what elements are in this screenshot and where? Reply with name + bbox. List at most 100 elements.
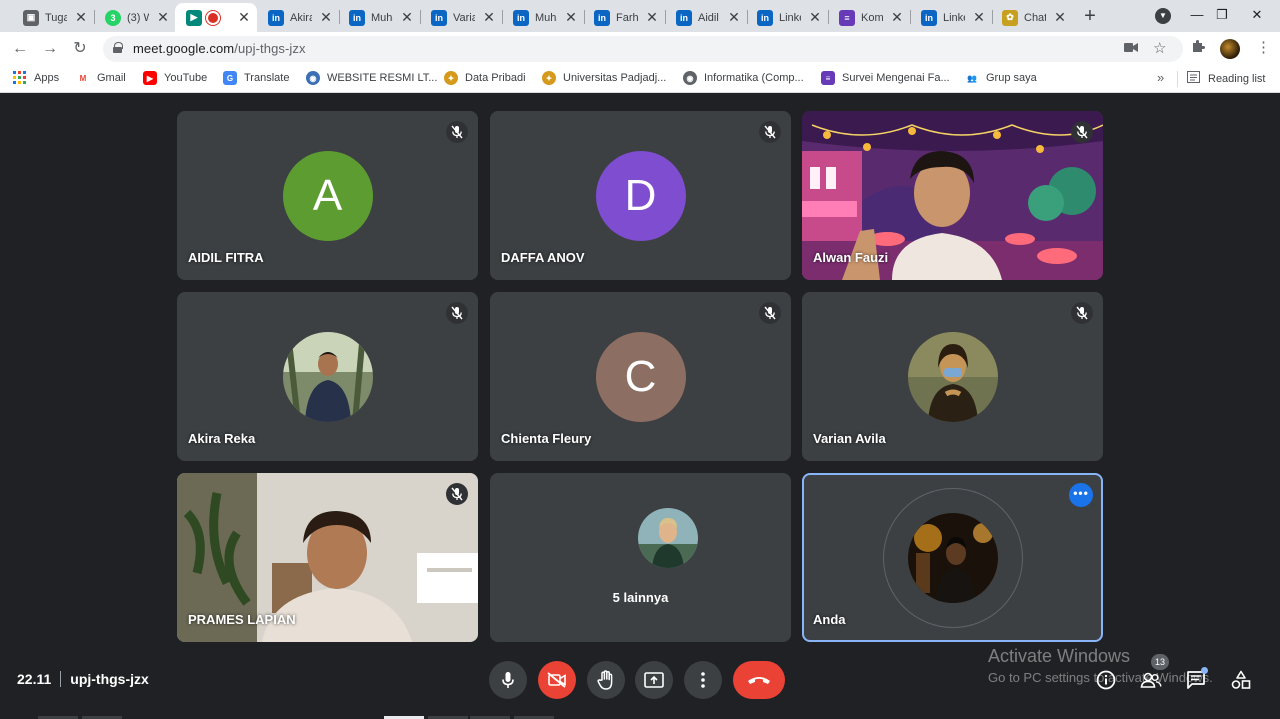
mic-off-icon [446,483,468,505]
bookmark-item[interactable]: ◉ Informatika (Comp... [683,71,804,85]
tab-title: (3) WhatsApp [127,11,149,24]
browser-toolbar: ← → ↻ meet.google.com/upj-thgs-jzx ☆ ⋮ [0,32,1280,65]
participant-tile[interactable]: A AIDIL FITRA [177,111,478,280]
bookmark-item[interactable]: ≡ Survei Mengenai Fa... [821,71,950,85]
tab-close-icon[interactable]: ✕ [400,9,414,26]
meeting-details-button[interactable] [1094,668,1118,692]
bookmark-item[interactable]: ▶ YouTube [143,71,207,85]
participant-tile[interactable]: Varian Avila [802,292,1103,461]
browser-tab[interactable]: ▣ Tugas ✕ [12,3,94,32]
tab-close-icon[interactable]: ✕ [890,9,904,26]
tab-close-icon[interactable]: ✕ [564,9,578,26]
forward-button[interactable]: → [39,38,61,60]
participant-name: Alwan Fauzi [813,250,889,265]
activities-button[interactable] [1229,668,1253,692]
browser-tab[interactable]: in Varian ✕ [420,3,502,32]
bookmark-item[interactable]: ✦ Universitas Padjadj... [542,71,666,85]
camera-icon[interactable] [1124,41,1138,56]
raise-hand-button[interactable] [587,661,625,699]
others-count-label: 5 lainnya [612,590,669,605]
participant-avatar [282,331,373,422]
bookmark-label: Data Pribadi [465,72,526,84]
browser-tab[interactable]: ✿ Chat ✕ [991,3,1073,32]
tab-close-icon[interactable]: ✕ [156,9,170,26]
leave-call-button[interactable] [733,661,785,699]
browser-tab[interactable]: in Aidil ✕ [665,3,747,32]
participant-tile[interactable]: C Chienta Fleury [490,292,791,461]
browser-tab[interactable]: ▶ ✕ [175,3,257,32]
unpad-icon: ✦ [542,71,556,85]
bookmark-label: Gmail [97,72,126,84]
others-tile[interactable]: 5 lainnya [490,473,791,642]
reading-list-button[interactable]: Reading list [1187,71,1265,86]
close-window-button[interactable]: ✕ [1234,0,1280,32]
globe-icon: ◉ [683,71,697,85]
mic-off-icon [759,302,781,324]
back-button[interactable]: ← [9,38,31,60]
extensions-icon[interactable] [1191,39,1205,56]
tab-close-icon[interactable]: ✕ [74,9,88,26]
participant-tile[interactable]: Alwan Fauzi [802,111,1103,280]
browser-tab[interactable]: ≡ Kompetensi ✕ [828,3,910,32]
browser-tab[interactable]: in Farhan ✕ [583,3,665,32]
participant-tile[interactable]: D DAFFA ANOV [490,111,791,280]
bookmark-label: WEBSITE RESMI LT... [327,72,438,84]
tab-title: Varian [453,11,475,24]
tab-close-icon[interactable]: ✕ [1053,9,1067,26]
more-bookmarks-button[interactable]: » [1157,70,1164,85]
browser-tab[interactable]: in LinkedIn ✕ [746,3,828,32]
browser-tab[interactable]: 3 (3) WhatsApp ✕ [94,3,176,32]
participant-tile[interactable]: PRAMES LAPIAN [177,473,478,642]
people-button[interactable] [1139,668,1163,692]
tab-close-icon[interactable]: ✕ [972,9,986,26]
tab-close-icon[interactable]: ✕ [237,9,251,26]
reading-list-label: Reading list [1208,72,1266,85]
microphone-button[interactable] [489,661,527,699]
tab-close-icon[interactable]: ✕ [727,9,741,26]
hand-icon [597,670,613,690]
menu-dots-icon[interactable]: ⋮ [1256,38,1271,56]
profile-avatar[interactable] [1220,39,1240,59]
linkedin-icon: in [921,9,937,26]
participant-name: Chienta Fleury [501,431,592,446]
more-options-button[interactable]: ••• [1069,483,1093,507]
present-icon [644,672,664,688]
bookmark-item[interactable]: ◉ WEBSITE RESMI LT... [306,71,437,85]
browser-tab[interactable]: in LinkedIn ✕ [910,3,992,32]
camera-off-button[interactable] [538,661,576,699]
tab-search-icon[interactable]: ▼ [1155,8,1171,24]
restore-button[interactable]: ❐ [1207,0,1237,32]
tab-close-icon[interactable]: ✕ [482,9,496,26]
participant-name: Varian Avila [813,431,886,446]
browser-tab[interactable]: in Akira ✕ [257,3,339,32]
bookmark-item[interactable]: Apps [13,71,59,84]
bookmarks-divider [1177,71,1178,87]
bookmark-star-icon[interactable]: ☆ [1153,39,1166,57]
reload-button[interactable]: ↻ [69,38,91,60]
microphone-icon [502,672,514,688]
unread-dot [1201,667,1208,674]
address-bar[interactable]: meet.google.com/upj-thgs-jzx ☆ [103,36,1183,62]
bookmark-item[interactable]: 👥 Grup saya [965,71,1037,85]
present-screen-button[interactable] [635,661,673,699]
gmail-icon: M [79,73,87,83]
mic-off-icon [759,121,781,143]
tab-close-icon[interactable]: ✕ [645,9,659,26]
self-tile[interactable]: ••• Anda [802,473,1103,642]
participant-name: PRAMES LAPIAN [188,612,296,627]
classroom-icon: ▣ [23,9,39,26]
tab-close-icon[interactable]: ✕ [319,9,333,26]
participant-avatar: C [595,331,686,422]
more-options-button[interactable] [684,661,722,699]
new-tab-button[interactable]: + [1080,5,1100,27]
participant-tile[interactable]: Akira Reka [177,292,478,461]
tab-close-icon[interactable]: ✕ [808,9,822,26]
bookmark-item[interactable]: M Gmail [76,71,126,85]
browser-tab[interactable]: in Muhammad ✕ [338,3,420,32]
browser-tab[interactable]: in Muhammad ✕ [502,3,584,32]
bookmark-label: Translate [244,72,290,84]
tab-title: Kompetensi [861,11,883,24]
participant-avatar [907,331,998,422]
bookmark-item[interactable]: ✦ Data Pribadi [444,71,526,85]
bookmark-item[interactable]: G Translate [223,71,289,85]
